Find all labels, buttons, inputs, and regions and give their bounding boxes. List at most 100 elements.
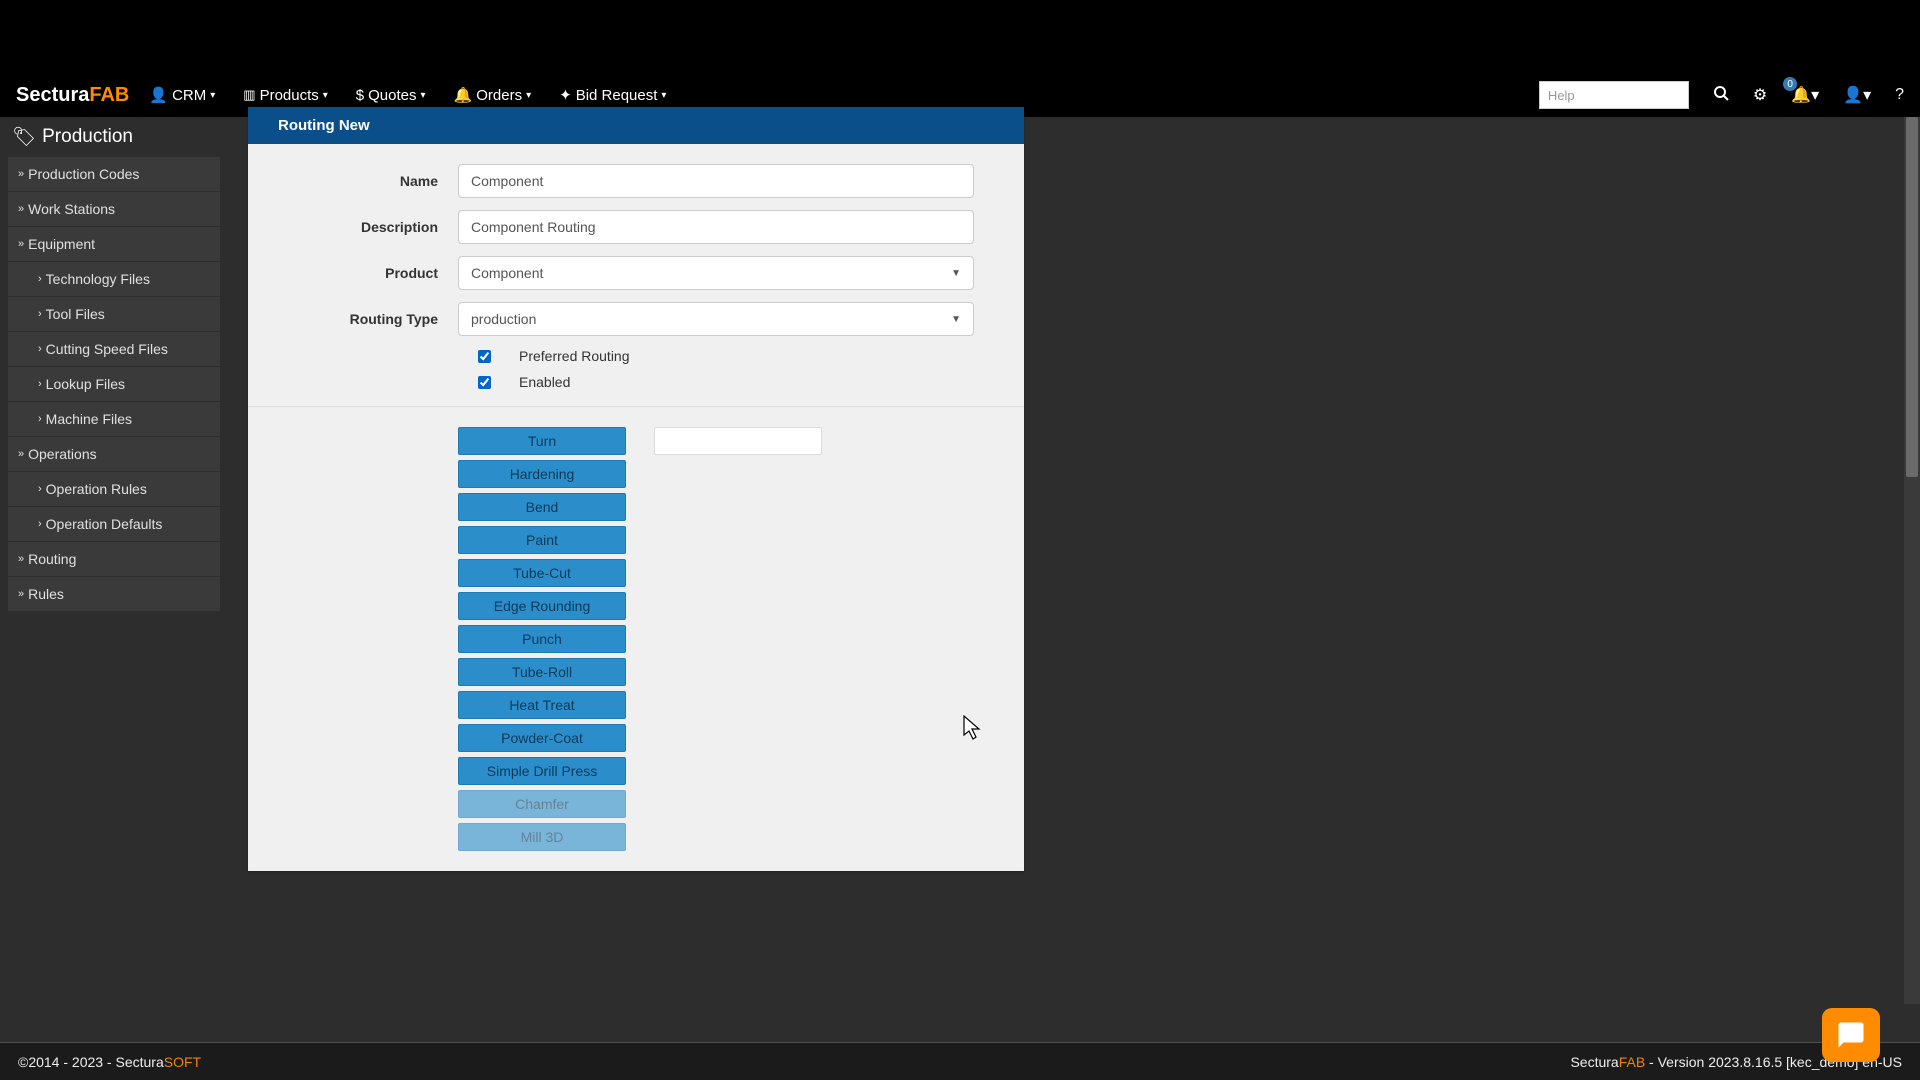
drop-zone[interactable]	[654, 427, 822, 455]
sidebar-item-label: Rules	[28, 586, 64, 602]
checkbox-enabled[interactable]	[478, 376, 491, 389]
footer-brand-b: SOFT	[164, 1054, 201, 1070]
nav-quotes[interactable]: $ Quotes ▾	[356, 87, 426, 104]
operation-button[interactable]: Chamfer	[458, 790, 626, 818]
operation-button[interactable]: Tube-Cut	[458, 559, 626, 587]
nav-crm-label: CRM	[172, 87, 206, 104]
form-row-description: Description	[268, 210, 974, 244]
nav-products[interactable]: ▥ Products ▾	[243, 87, 328, 104]
chevron-right-icon: ›	[38, 343, 42, 355]
gear-icon[interactable]: ⚙	[1753, 85, 1767, 105]
notifications-bell[interactable]: 0 🔔▾	[1791, 85, 1819, 105]
form-row-product: Product Component ▼	[268, 256, 974, 290]
brand-text-a: Sectura	[16, 84, 89, 106]
sidebar-item[interactable]: ›Lookup Files	[8, 367, 220, 401]
double-chevron-icon: »	[18, 238, 24, 250]
sidebar-item-label: Work Stations	[28, 201, 115, 217]
chevron-right-icon: ›	[38, 483, 42, 495]
select-routing-type[interactable]: production ▼	[458, 302, 974, 336]
sidebar-header-label: Production	[42, 126, 133, 148]
double-chevron-icon: »	[18, 203, 24, 215]
operation-button[interactable]: Punch	[458, 625, 626, 653]
sidebar-item[interactable]: »Operations	[8, 437, 220, 471]
vertical-scrollbar[interactable]: ▴	[1904, 117, 1920, 1004]
nav-bid-request[interactable]: ✦ Bid Request ▾	[559, 86, 666, 104]
chevron-right-icon: ›	[38, 308, 42, 320]
sidebar-item[interactable]: ›Operation Rules	[8, 472, 220, 506]
operations-area: Turn Hardening Bend Paint Tube-Cut Edge Round…	[268, 427, 974, 851]
bell-icon: 🔔	[454, 86, 473, 104]
operation-button[interactable]: Hardening	[458, 460, 626, 488]
double-chevron-icon: »	[18, 168, 24, 180]
caret-down-icon: ▾	[526, 90, 531, 101]
nav-orders[interactable]: 🔔 Orders ▾	[454, 86, 532, 104]
scroll-thumb[interactable]	[1906, 117, 1918, 477]
select-product-value: Component	[471, 265, 543, 281]
panel-title: Routing New	[248, 107, 1024, 144]
nav-items: 👤 CRM ▾ ▥ Products ▾ $ Quotes ▾ 🔔 Orders…	[149, 86, 1538, 104]
sidebar-item-label: Lookup Files	[46, 376, 125, 392]
help-search-input[interactable]	[1539, 81, 1689, 109]
chevron-right-icon: ›	[38, 273, 42, 285]
select-product[interactable]: Component ▼	[458, 256, 974, 290]
footer-brand-a: Sectura	[116, 1054, 164, 1070]
main-area: Routing New Name Description Product Com…	[228, 117, 1920, 1042]
user-icon: 👤	[149, 86, 168, 104]
operation-button[interactable]: Edge Rounding	[458, 592, 626, 620]
form-row-name: Name	[268, 164, 974, 198]
sidebar-item[interactable]: »Equipment	[8, 227, 220, 261]
sidebar-item-label: Production Codes	[28, 166, 139, 182]
operation-button[interactable]: Powder-Coat	[458, 724, 626, 752]
caret-down-icon: ▾	[1811, 87, 1819, 104]
sidebar-item[interactable]: » Rules	[8, 577, 220, 611]
user-menu[interactable]: 👤▾	[1843, 85, 1871, 105]
double-chevron-icon: »	[18, 588, 24, 600]
nav-quotes-label: Quotes	[368, 87, 416, 104]
operation-button[interactable]: Simple Drill Press	[458, 757, 626, 785]
nav-orders-label: Orders	[476, 87, 522, 104]
input-description[interactable]	[458, 210, 974, 244]
search-icon[interactable]	[1713, 85, 1729, 106]
brand-logo[interactable]: SecturaFAB	[16, 84, 129, 107]
operation-button[interactable]: Turn	[458, 427, 626, 455]
sidebar-item-label: Routing	[28, 551, 76, 567]
help-icon[interactable]: ?	[1895, 86, 1904, 104]
checkbox-enabled-label: Enabled	[519, 374, 570, 390]
operation-button[interactable]: Bend	[458, 493, 626, 521]
caret-down-icon: ▼	[951, 268, 961, 279]
sidebar-item-label: Machine Files	[46, 411, 132, 427]
nav-bid-label: Bid Request	[576, 87, 658, 104]
sidebar-item[interactable]: › Technology Files	[8, 262, 220, 296]
operation-button[interactable]: Mill 3D	[458, 823, 626, 851]
operation-button[interactable]: Paint	[458, 526, 626, 554]
sidebar-item[interactable]: ›Operation Defaults	[8, 507, 220, 541]
sidebar-item-label: Operations	[28, 446, 96, 462]
checkbox-row-enabled: Enabled	[268, 374, 974, 390]
sidebar-item-label: Cutting Speed Files	[46, 341, 168, 357]
footer-right-b: FAB	[1619, 1054, 1645, 1070]
chat-widget-button[interactable]	[1822, 1008, 1880, 1062]
sidebar-item[interactable]: › Cutting Speed Files	[8, 332, 220, 366]
sidebar-item[interactable]: »Routing	[8, 542, 220, 576]
sidebar-item-label: Tool Files	[46, 306, 105, 322]
operation-button[interactable]: Heat Treat	[458, 691, 626, 719]
available-operations: Turn Hardening Bend Paint Tube-Cut Edge Round…	[458, 427, 626, 851]
sidebar-item[interactable]: » Work Stations	[8, 192, 220, 226]
dollar-icon: $	[356, 87, 364, 104]
barcode-icon: ▥	[243, 87, 255, 103]
checkbox-row-preferred: Preferred Routing	[268, 348, 974, 364]
chevron-right-icon: ›	[38, 413, 42, 425]
chevron-right-icon: ›	[38, 518, 42, 530]
input-name[interactable]	[458, 164, 974, 198]
nav-crm[interactable]: 👤 CRM ▾	[149, 86, 215, 104]
sidebar-item[interactable]: › Tool Files	[8, 297, 220, 331]
caret-down-icon: ▾	[210, 90, 215, 101]
checkbox-preferred[interactable]	[478, 350, 491, 363]
sidebar: 🏷 Production »Production Codes»Work Stat…	[0, 117, 228, 1042]
sidebar-item-label: Technology Files	[46, 271, 150, 287]
operation-button[interactable]: Tube-Roll	[458, 658, 626, 686]
sidebar-item[interactable]: » Production Codes	[8, 157, 220, 191]
form-row-routing-type: Routing Type production ▼	[268, 302, 974, 336]
sidebar-item[interactable]: › Machine Files	[8, 402, 220, 436]
brand-text-b: FAB	[89, 84, 129, 106]
